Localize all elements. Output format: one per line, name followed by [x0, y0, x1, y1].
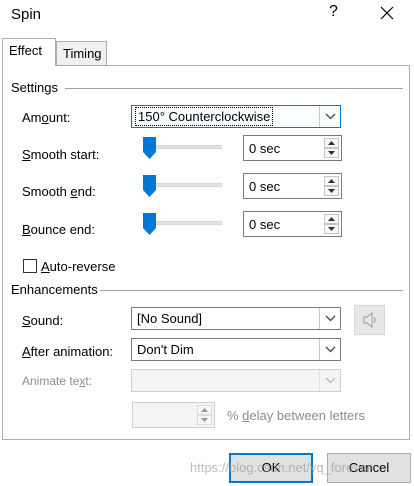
chevron-down-icon: [325, 377, 336, 384]
smooth-start-value: 0 sec: [249, 141, 281, 156]
bounce-end-spinner[interactable]: 0 sec: [243, 211, 342, 237]
bounce-end-label: Bounce end:: [22, 222, 96, 237]
caret-up-icon: [201, 408, 208, 412]
smooth-end-value: 0 sec: [249, 179, 281, 194]
animate-text-dropdown[interactable]: [131, 369, 341, 392]
caret-down-icon: [328, 189, 335, 193]
spin-down-button[interactable]: [324, 186, 339, 196]
spin-up-button[interactable]: [324, 214, 339, 224]
tab-timing[interactable]: Timing: [56, 41, 107, 65]
settings-divider: [65, 88, 403, 89]
close-icon: [380, 6, 394, 20]
window-title: Spin: [11, 6, 42, 23]
help-button[interactable]: ?: [329, 3, 338, 21]
animate-text-dropdown-arrow[interactable]: [319, 370, 340, 391]
enhancements-divider: [100, 290, 403, 291]
after-animation-dropdown[interactable]: Don't Dim: [131, 338, 341, 361]
sound-volume-button[interactable]: [354, 305, 385, 335]
chevron-down-icon: [325, 346, 336, 353]
caret-up-icon: [328, 217, 335, 221]
caret-up-icon: [328, 141, 335, 145]
smooth-end-label: Smooth end:: [22, 184, 96, 199]
tab-effect[interactable]: Effect: [2, 38, 56, 66]
sound-value: [No Sound]: [137, 311, 203, 326]
spin-up-button[interactable]: [324, 138, 339, 148]
smooth-end-slider-thumb[interactable]: [143, 175, 156, 197]
sound-label: Sound:: [22, 313, 64, 328]
settings-header: Settings: [11, 80, 58, 95]
speaker-icon: [363, 311, 376, 329]
smooth-start-slider-thumb[interactable]: [143, 137, 156, 159]
caret-down-icon: [328, 151, 335, 155]
sound-dropdown[interactable]: [No Sound]: [131, 307, 341, 330]
amount-value: 150° Counterclockwise: [134, 107, 274, 126]
after-animation-value: Don't Dim: [137, 342, 194, 357]
spin-down-button[interactable]: [324, 224, 339, 234]
watermark-text: https://blog.csdn.net/yq_forever: [190, 460, 372, 475]
chevron-down-icon: [325, 113, 336, 120]
delay-label: % delay between letters: [227, 408, 366, 423]
smooth-end-spinner[interactable]: 0 sec: [243, 173, 342, 199]
smooth-start-label: Smooth start:: [22, 147, 100, 162]
amount-label: Amount:: [22, 110, 71, 125]
close-button[interactable]: [380, 2, 394, 24]
spin-up-button[interactable]: [324, 176, 339, 186]
caret-up-icon: [328, 179, 335, 183]
spin-down-button[interactable]: [324, 148, 339, 158]
after-animation-label: After animation:: [22, 344, 114, 359]
spin-up-button[interactable]: [197, 405, 212, 415]
caret-down-icon: [328, 227, 335, 231]
auto-reverse-label[interactable]: Auto-reverse: [41, 259, 115, 274]
amount-dropdown-arrow[interactable]: [319, 106, 340, 127]
spin-down-button[interactable]: [197, 415, 212, 425]
after-animation-dropdown-arrow[interactable]: [319, 339, 340, 360]
sound-dropdown-arrow[interactable]: [319, 308, 340, 329]
chevron-down-icon: [325, 315, 336, 322]
enhancements-header: Enhancements: [11, 282, 98, 297]
auto-reverse-checkbox[interactable]: [23, 259, 37, 273]
amount-dropdown[interactable]: 150° Counterclockwise: [131, 105, 341, 128]
bounce-end-value: 0 sec: [249, 217, 281, 232]
bounce-end-slider-thumb[interactable]: [143, 213, 156, 235]
delay-spinner[interactable]: [132, 402, 215, 428]
caret-down-icon: [201, 418, 208, 422]
animate-text-label: Animate text:: [22, 374, 93, 388]
smooth-start-spinner[interactable]: 0 sec: [243, 135, 342, 161]
